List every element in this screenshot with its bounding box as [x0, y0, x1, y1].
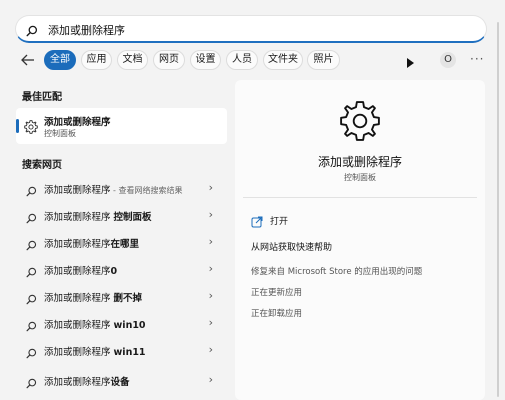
search-icon — [26, 290, 37, 309]
result-suffix: win10 — [113, 320, 146, 331]
result-text: 添加或删除程序 — [44, 320, 114, 331]
tab-folders[interactable]: 文件夹 — [263, 50, 303, 70]
result-text: 添加或删除程序 — [44, 266, 111, 277]
search-icon — [26, 374, 37, 393]
play-icon[interactable] — [405, 54, 415, 73]
chevron-right-icon[interactable]: › — [209, 235, 213, 248]
app-title: 添加或删除程序 — [317, 155, 402, 169]
search-icon — [26, 317, 37, 336]
results-list: 最佳匹配 添加或删除程序 控制面板 搜索网页 添加或删除程序 - 查看网络搜索结… — [16, 80, 231, 400]
search-bar[interactable] — [15, 15, 487, 43]
web-search-heading: 搜索网页 — [22, 160, 62, 171]
help-link[interactable]: 正在更新应用 — [251, 286, 302, 298]
filter-bar: 全部 应用 文档 网页 设置 人员 文件夹 照片 O ··· — [0, 50, 505, 72]
search-icon — [26, 182, 37, 201]
web-result-row[interactable]: 添加或删除程序0 › — [16, 256, 227, 282]
search-icon — [26, 22, 38, 41]
tab-photos[interactable]: 照片 — [307, 50, 340, 70]
web-result-row[interactable]: 添加或删除程序 win11 › — [16, 337, 227, 363]
scrollbar[interactable] — [497, 22, 499, 397]
best-match-subtitle: 控制面板 — [44, 129, 76, 138]
tab-apps[interactable]: 应用 — [81, 50, 112, 70]
best-match-item[interactable]: 添加或删除程序 控制面板 — [16, 108, 227, 144]
chevron-right-icon[interactable]: › — [209, 289, 213, 302]
result-suffix: 控制面板 — [113, 212, 152, 223]
result-suffix: 设备 — [110, 377, 130, 388]
search-input[interactable] — [46, 19, 470, 41]
chevron-right-icon[interactable]: › — [209, 262, 213, 275]
chevron-right-icon[interactable]: › — [209, 373, 213, 386]
back-arrow-icon[interactable] — [20, 52, 38, 70]
web-result-row[interactable]: 添加或删除程序 win10 › — [16, 310, 227, 336]
app-subtitle: 控制面板 — [344, 173, 376, 182]
chevron-right-icon[interactable]: › — [209, 343, 213, 356]
web-result-row[interactable]: 添加或删除程序 控制面板 › — [16, 202, 227, 228]
tab-settings[interactable]: 设置 — [190, 50, 221, 70]
chevron-right-icon[interactable]: › — [209, 208, 213, 221]
search-icon — [26, 263, 37, 282]
open-label: 打开 — [270, 217, 289, 227]
best-match-title: 添加或删除程序 — [44, 117, 111, 128]
open-external-icon — [251, 213, 263, 232]
result-suffix: 删不掉 — [113, 293, 143, 304]
tab-all[interactable]: 全部 — [44, 50, 76, 70]
web-result-row[interactable]: 添加或删除程序 删不掉 › — [16, 283, 227, 309]
result-suffix: win11 — [113, 347, 146, 358]
divider — [243, 197, 477, 198]
gear-icon — [339, 100, 381, 146]
avatar[interactable]: O — [440, 52, 456, 68]
tab-people[interactable]: 人员 — [226, 50, 258, 70]
result-text: 添加或删除程序 — [44, 293, 114, 304]
result-text: 添加或删除程序 — [44, 377, 111, 388]
result-suffix: 在哪里 — [110, 239, 140, 250]
result-suffix: 0 — [110, 266, 118, 277]
help-link[interactable]: 修复来自 Microsoft Store 的应用出现的问题 — [251, 265, 422, 277]
result-text: 添加或删除程序 — [44, 185, 111, 196]
chevron-right-icon[interactable]: › — [209, 181, 213, 194]
result-text: 添加或删除程序 — [44, 239, 111, 250]
result-text: 添加或删除程序 — [44, 212, 114, 223]
tab-web[interactable]: 网页 — [153, 50, 185, 70]
result-text: 添加或删除程序 — [44, 347, 114, 358]
help-heading: 从网站获取快速帮助 — [251, 243, 333, 253]
more-options-icon[interactable]: ··· — [470, 52, 484, 66]
best-match-heading: 最佳匹配 — [22, 92, 62, 103]
details-panel: 添加或删除程序 控制面板 打开 从网站获取快速帮助 修复来自 Microsoft… — [235, 80, 485, 400]
web-result-row[interactable]: 添加或删除程序 - 查看网络搜索结果 › — [16, 175, 227, 201]
chevron-right-icon[interactable]: › — [209, 316, 213, 329]
tab-documents[interactable]: 文档 — [117, 50, 148, 70]
search-icon — [26, 236, 37, 255]
search-icon — [26, 209, 37, 228]
selection-indicator — [16, 119, 19, 133]
help-link[interactable]: 正在卸载应用 — [251, 307, 302, 319]
web-result-row[interactable]: 添加或删除程序设备 › — [16, 367, 227, 393]
search-icon — [26, 344, 37, 363]
web-result-row[interactable]: 添加或删除程序在哪里 › — [16, 229, 227, 255]
gear-icon — [24, 119, 38, 138]
result-hint: - 查看网络搜索结果 — [110, 186, 183, 195]
